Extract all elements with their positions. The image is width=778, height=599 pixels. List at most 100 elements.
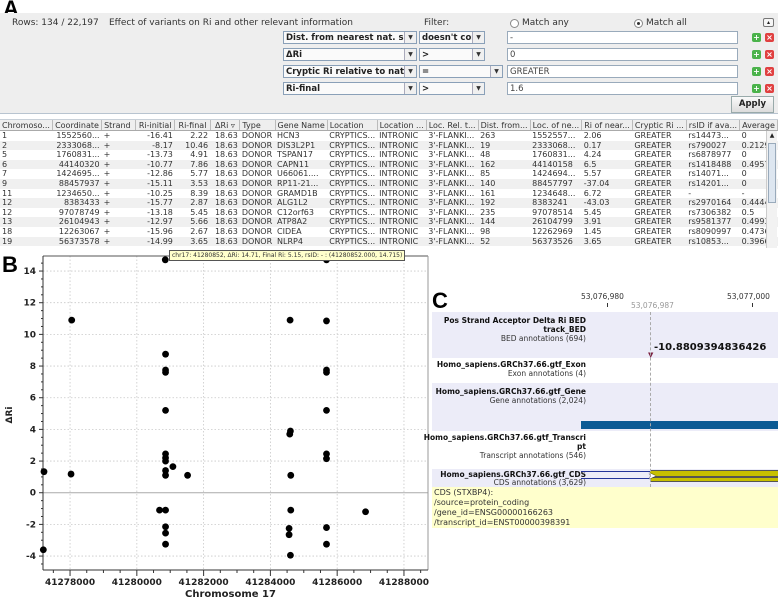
data-point[interactable] <box>323 540 330 548</box>
scroll-thumb[interactable] <box>768 143 776 203</box>
data-point[interactable] <box>323 524 330 531</box>
data-point[interactable] <box>285 531 293 539</box>
table-row[interactable]: 9 88457937 + -15.11 3.53 18.63 DONOR RP11-21...… <box>0 178 778 189</box>
table-row[interactable]: 11 1234650... + -10.25 8.39 18.63 DONOR GRAMD1B… <box>0 189 778 199</box>
data-point[interactable] <box>39 546 47 554</box>
filter-field-select[interactable]: Dist. from nearest nat. site ▼ <box>283 31 417 44</box>
filter-field-select[interactable]: Ri-final ▼ <box>283 82 417 95</box>
filter-operator-select[interactable]: doesn't contain ▼ <box>419 31 485 44</box>
table-title: Effect of variants on Ri and other relev… <box>109 18 353 28</box>
column-header[interactable]: ΔRi ▿ <box>210 120 241 131</box>
table-cell: INTRONIC <box>377 178 427 189</box>
table-cell: 18.63 <box>210 236 240 247</box>
gene-feature-bar[interactable] <box>581 421 778 429</box>
collapse-icon[interactable]: ▴ <box>763 18 774 27</box>
data-point[interactable] <box>40 468 48 476</box>
column-header[interactable]: Location <box>327 120 378 131</box>
data-point[interactable] <box>362 508 369 516</box>
column-header[interactable]: Type <box>239 120 276 131</box>
table-row[interactable]: 7 1424695... + -12.86 5.77 18.63 DONOR U66061..… <box>0 169 778 179</box>
column-header[interactable]: Cryptic Ri ... <box>632 120 687 131</box>
table-row[interactable]: 12 8383433 + -15.77 2.87 18.63 DONOR ALG1L2 CRYP… <box>0 198 778 208</box>
remove-filter-icon[interactable]: × <box>765 50 774 59</box>
data-point[interactable] <box>162 471 169 479</box>
filter-value-input[interactable]: 1.6 <box>507 82 738 95</box>
data-point[interactable] <box>323 406 330 414</box>
track-gene[interactable]: Homo_sapiens.GRCh37.66.gtf_Gene Gene ann… <box>432 383 778 431</box>
data-point[interactable] <box>162 523 169 531</box>
data-point[interactable] <box>161 256 169 264</box>
data-point[interactable] <box>156 506 163 514</box>
column-header[interactable]: Ri of near... <box>581 120 633 131</box>
add-filter-icon[interactable]: + <box>752 33 761 42</box>
filter-value-input[interactable]: 0 <box>507 48 738 61</box>
column-header[interactable]: Location ... <box>377 120 427 131</box>
table-row[interactable]: 6 44140320 + -10.77 7.86 18.63 DONOR CAPN11 CRYP… <box>0 159 778 170</box>
table-row[interactable]: 2 2333068... + -8.17 10.46 18.63 DONOR DIS3L2P1… <box>0 140 778 151</box>
data-point[interactable] <box>162 350 169 358</box>
data-point[interactable] <box>286 316 294 324</box>
chevron-down-icon: ▼ <box>472 49 484 60</box>
data-point[interactable] <box>323 317 330 325</box>
data-point[interactable] <box>287 551 294 559</box>
remove-filter-icon[interactable]: × <box>765 67 774 76</box>
match-all-radio[interactable]: Match all <box>634 18 687 28</box>
table-scrollbar[interactable]: ▲ <box>766 131 777 248</box>
filter-value-input[interactable]: - <box>507 31 738 44</box>
filter-field-select[interactable]: ΔRi ▼ <box>283 48 417 61</box>
column-header[interactable]: Coordinate <box>52 120 103 131</box>
column-header[interactable]: Ri-final <box>174 120 211 131</box>
remove-filter-icon[interactable]: × <box>765 33 774 42</box>
data-point[interactable] <box>162 540 169 548</box>
cds-feature-bar[interactable] <box>650 477 778 482</box>
cds-feature-bar[interactable] <box>650 470 778 477</box>
data-point[interactable] <box>286 430 294 438</box>
data-point[interactable] <box>287 471 295 479</box>
filter-operator-select[interactable]: > ▼ <box>419 48 485 61</box>
track-transcript[interactable]: Homo_sapiens.GRCh37.66.gtf_Transcri pt T… <box>424 431 778 469</box>
filter-field-select[interactable]: Cryptic Ri relative to nat. ▼ <box>283 65 417 78</box>
filter-operator-select[interactable]: = ▼ <box>419 65 503 78</box>
column-header[interactable]: Loc. of ne... <box>530 120 583 131</box>
column-header[interactable]: Ri-initial <box>135 120 176 131</box>
add-filter-icon[interactable]: + <box>752 50 761 59</box>
add-filter-icon[interactable]: + <box>752 67 761 76</box>
track-exon[interactable]: Homo_sapiens.GRCh37.66.gtf_Exon Exon ann… <box>432 358 778 383</box>
table-row[interactable]: 19 56373578 + -14.99 3.65 18.63 DONOR NLRP4 CRYP… <box>0 236 778 247</box>
track-bed[interactable]: Pos Strand Acceptor Delta Ri BED track_B… <box>432 312 778 359</box>
data-point[interactable] <box>162 529 169 537</box>
data-point[interactable] <box>287 506 295 514</box>
scroll-up-icon[interactable]: ▲ <box>768 132 776 140</box>
data-point[interactable] <box>323 455 330 463</box>
data-point[interactable] <box>162 406 169 414</box>
column-header[interactable]: Loc. Rel. t... <box>426 120 479 131</box>
filter-operator-select[interactable]: > ▼ <box>419 82 485 95</box>
column-header[interactable]: Dist. from... <box>478 120 531 131</box>
data-point[interactable] <box>162 368 169 376</box>
data-point[interactable] <box>184 471 191 479</box>
table-row[interactable]: 12 97078749 + -13.18 5.45 18.63 DONOR C12orf63 C… <box>0 208 778 218</box>
table-row[interactable]: 18 12263067 + -15.96 2.67 18.63 DONOR CIDEA CRYP… <box>0 227 778 237</box>
match-any-radio[interactable]: Match any <box>510 18 569 28</box>
track-cds[interactable]: Homo_sapiens.GRCh37.66.gtf_CDS CDS annot… <box>432 469 778 487</box>
column-header[interactable]: Average <box>739 120 778 131</box>
data-point[interactable] <box>68 316 76 324</box>
data-point[interactable] <box>323 368 330 376</box>
table-row[interactable]: 1 1552560... + -16.41 2.22 18.63 DONOR HCN3 CRYP… <box>0 131 778 141</box>
data-point[interactable] <box>285 524 293 532</box>
apply-button[interactable]: Apply <box>731 96 774 113</box>
column-header[interactable]: rsID if ava... <box>686 120 741 131</box>
column-header[interactable]: Gene Name <box>275 120 328 131</box>
table-row[interactable]: 5 1760831... + -13.73 4.91 18.63 DONOR TSPAN17 C… <box>0 150 778 160</box>
data-point[interactable] <box>162 457 169 465</box>
data-point[interactable] <box>162 506 169 514</box>
table-cell: 3'-FLANKI... <box>426 198 479 208</box>
data-point[interactable] <box>67 470 75 478</box>
add-filter-icon[interactable]: + <box>752 84 761 93</box>
column-header[interactable]: Strand <box>101 120 136 131</box>
column-header[interactable]: Chromoso... <box>0 120 53 131</box>
data-point[interactable] <box>169 463 177 471</box>
table-row[interactable]: 13 26104943 + -12.97 5.66 18.63 DONOR ATP8A2 CRY… <box>0 217 778 227</box>
remove-filter-icon[interactable]: × <box>765 84 774 93</box>
filter-value-input[interactable]: GREATER <box>507 65 738 78</box>
